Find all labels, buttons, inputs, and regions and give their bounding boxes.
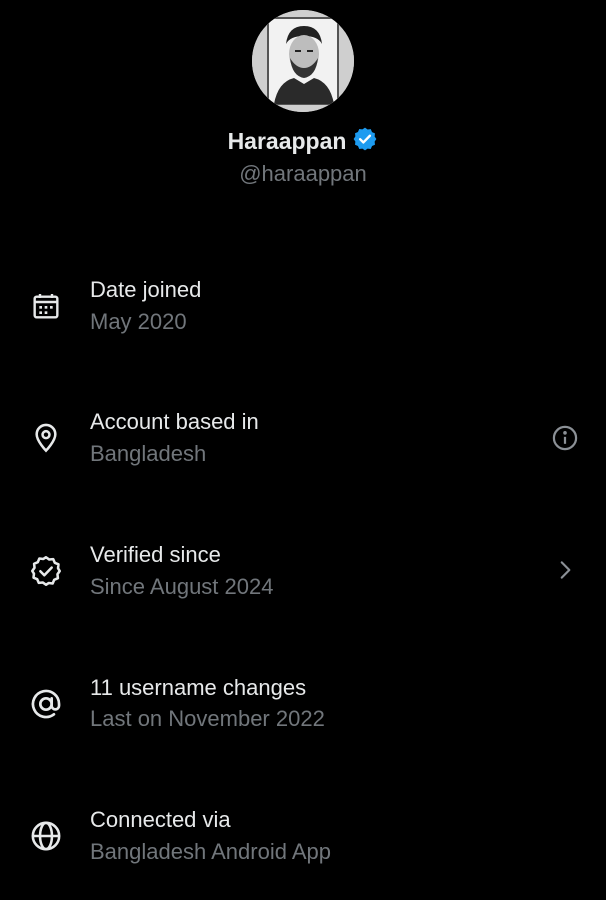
verified-badge-icon: [352, 126, 378, 157]
avatar[interactable]: [252, 10, 354, 112]
date-joined-row: Date joined May 2020: [0, 276, 606, 356]
row-title: 11 username changes: [90, 675, 307, 700]
row-subtitle: Last on November 2022: [90, 706, 325, 731]
row-title: Date joined: [90, 277, 202, 302]
row-subtitle: Since August 2024: [90, 574, 274, 599]
row-title: Verified since: [90, 542, 221, 567]
username-changes-row: 11 username changes Last on November 202…: [0, 674, 606, 754]
account-based-in-row[interactable]: Account based in Bangladesh: [0, 409, 606, 489]
info-icon[interactable]: [550, 423, 580, 453]
row-subtitle: May 2020: [90, 309, 187, 334]
verified-badge-outline-icon: [28, 553, 64, 589]
chevron-right-icon[interactable]: [550, 555, 580, 585]
row-title: Connected via: [90, 807, 231, 832]
row-subtitle: Bangladesh Android App: [90, 839, 331, 864]
display-name: Haraappan: [227, 128, 347, 154]
connected-via-row: Connected via Bangladesh Android App: [0, 806, 606, 886]
row-subtitle: Bangladesh: [90, 441, 207, 466]
calendar-icon: [28, 288, 64, 324]
verified-since-row[interactable]: Verified since Since August 2024: [0, 541, 606, 621]
location-pin-icon: [28, 420, 64, 456]
globe-icon: [28, 818, 64, 854]
name-row: Haraappan: [0, 126, 606, 157]
username-handle: @haraappan: [239, 161, 367, 186]
row-title: Account based in: [90, 409, 259, 434]
at-sign-icon: [28, 686, 64, 722]
